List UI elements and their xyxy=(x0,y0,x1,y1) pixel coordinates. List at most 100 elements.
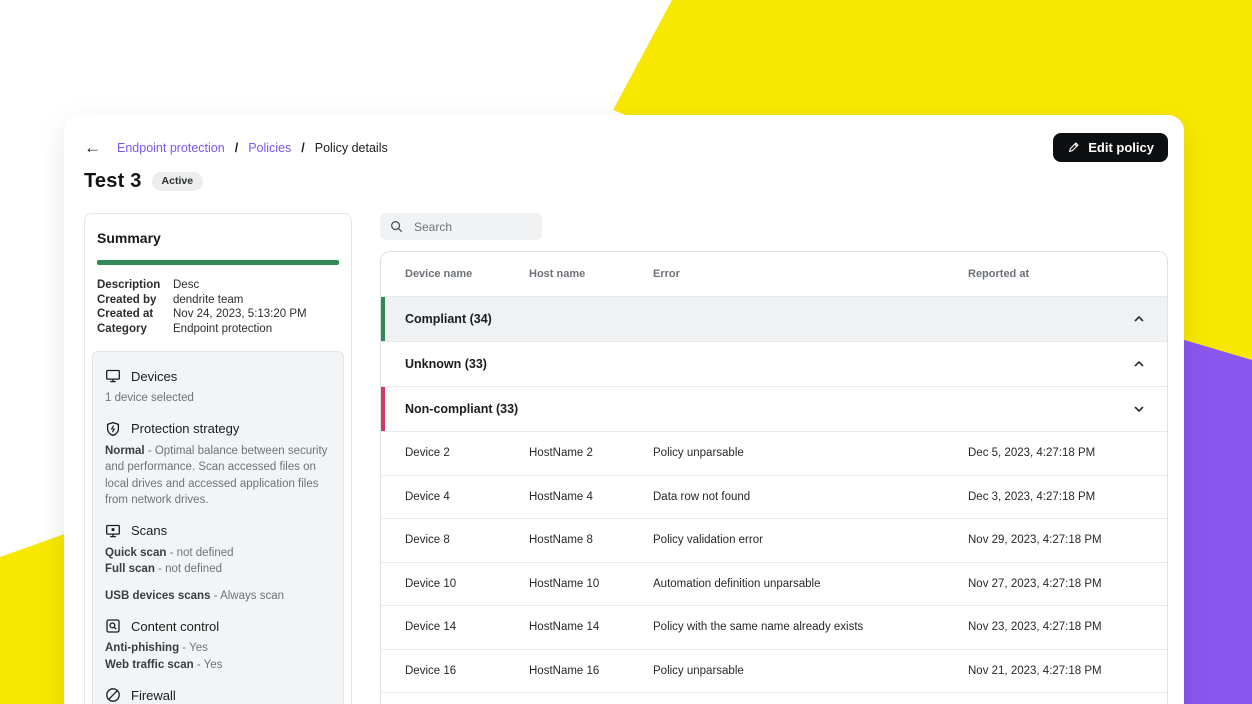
cell-device-name: Device 10 xyxy=(405,578,529,590)
summary-section-devices: Devices 1 device selected xyxy=(105,368,331,407)
section-line: 1 device selected xyxy=(105,390,331,407)
field-label: Created by xyxy=(97,293,173,308)
group-label: Non-compliant (33) xyxy=(405,402,518,416)
group-accent-bar xyxy=(381,297,385,341)
cell-reported-at: Nov 23, 2023, 4:27:18 PM xyxy=(968,621,1143,633)
column-header-device-name: Device name xyxy=(405,268,529,280)
section-line: Full scan - not defined xyxy=(105,561,331,578)
cell-reported-at: Nov 29, 2023, 4:27:18 PM xyxy=(968,534,1143,546)
setting-value: - Yes xyxy=(179,642,208,654)
cell-reported-at: Dec 3, 2023, 4:27:18 PM xyxy=(968,491,1143,503)
cell-error: Policy unparsable xyxy=(653,665,968,677)
breadcrumb-link-endpoint-protection[interactable]: Endpoint protection xyxy=(117,141,225,155)
cell-host-name: HostName 14 xyxy=(529,621,653,633)
table-body: Compliant (34) Unknown (33) Non-compliant … xyxy=(381,296,1167,704)
group-label: Compliant (34) xyxy=(405,312,492,326)
summary-progress-bar xyxy=(97,260,339,265)
field-value: Nov 24, 2023, 5:13:20 PM xyxy=(173,307,307,322)
breadcrumb-link-policies[interactable]: Policies xyxy=(248,141,291,155)
search-field[interactable] xyxy=(380,213,542,240)
field-label: Description xyxy=(97,278,173,293)
field-value: Desc xyxy=(173,278,199,293)
section-header: Protection strategy xyxy=(105,421,331,437)
cell-reported-at: Nov 21, 2023, 4:27:18 PM xyxy=(968,665,1143,677)
breadcrumb-separator: / xyxy=(235,141,238,155)
cell-error: Automation definition unparsable xyxy=(653,578,968,590)
setting-name: Quick scan xyxy=(105,547,166,559)
devices-table: Device name Host name Error Reported at … xyxy=(380,251,1168,704)
column-header-error: Error xyxy=(653,268,968,280)
chevron-down-icon[interactable] xyxy=(1133,403,1145,415)
devices-content: Device name Host name Error Reported at … xyxy=(380,213,1168,704)
group-row-unknown[interactable]: Unknown (33) xyxy=(381,341,1167,386)
section-header: Firewall xyxy=(105,687,331,703)
cell-device-name: Device 2 xyxy=(405,447,529,459)
card-body: Summary Description Desc Created by dend… xyxy=(64,193,1184,704)
field-label: Category xyxy=(97,322,173,337)
group-row-non-compliant[interactable]: Non-compliant (33) xyxy=(381,386,1167,431)
breadcrumb-current-policy-details: Policy details xyxy=(315,141,388,155)
summary-heading: Summary xyxy=(92,226,344,246)
setting-value: - not defined xyxy=(166,547,233,559)
summary-sections-box: Devices 1 device selected Protection strat… xyxy=(92,351,344,704)
section-title: Scans xyxy=(131,523,167,538)
device-table-row[interactable]: Device 4HostName 4Data row not foundDec … xyxy=(381,475,1167,519)
section-line: Anti-phishing - Yes xyxy=(105,640,331,657)
field-value: dendrite team xyxy=(173,293,243,308)
summary-field-category: Category Endpoint protection xyxy=(97,322,339,337)
search-input[interactable] xyxy=(412,219,526,235)
status-badge: Active xyxy=(152,172,204,191)
section-header: Devices xyxy=(105,368,331,384)
setting-value: - not defined xyxy=(155,563,222,575)
device-table-row[interactable]: Device 2HostName 2Policy unparsableDec 5… xyxy=(381,431,1167,475)
section-title: Firewall xyxy=(131,688,176,703)
chevron-up-icon[interactable] xyxy=(1133,313,1145,325)
summary-panel: Summary Description Desc Created by dend… xyxy=(84,213,352,704)
summary-section-content-control: Content controlAnti-phishing - YesWeb tr… xyxy=(105,618,331,673)
pencil-icon xyxy=(1067,141,1080,154)
cell-reported-at: Nov 27, 2023, 4:27:18 PM xyxy=(968,578,1143,590)
summary-field-description: Description Desc xyxy=(97,278,339,293)
device-table-row[interactable]: Device 14HostName 14Policy with the same… xyxy=(381,605,1167,649)
setting-value: - Yes xyxy=(194,659,223,671)
title-row: Test 3 Active xyxy=(64,162,1184,193)
setting-name: USB devices scans xyxy=(105,590,210,602)
shield-bolt-icon xyxy=(105,421,121,437)
cell-host-name: HostName 16 xyxy=(529,665,653,677)
table-header-row: Device name Host name Error Reported at xyxy=(381,252,1167,296)
summary-fields: Description Desc Created by dendrite tea… xyxy=(97,278,339,336)
field-value: Endpoint protection xyxy=(173,322,272,337)
cell-reported-at: Dec 5, 2023, 4:27:18 PM xyxy=(968,447,1143,459)
field-label: Created at xyxy=(97,307,173,322)
setting-value: - Always scan xyxy=(210,590,284,602)
cell-host-name: HostName 4 xyxy=(529,491,653,503)
column-header-host-name: Host name xyxy=(529,268,653,280)
summary-field-created-by: Created by dendrite team xyxy=(97,293,339,308)
card-header: ← Endpoint protection / Policies / Polic… xyxy=(64,115,1184,162)
setting-name: Full scan xyxy=(105,563,155,575)
monitor-icon xyxy=(105,368,121,384)
scan-monitor-icon xyxy=(105,523,121,539)
device-table-row[interactable]: Device 8HostName 8Policy validation erro… xyxy=(381,518,1167,562)
device-table-row[interactable]: Device 10HostName 10Automation definitio… xyxy=(381,562,1167,606)
setting-name: Web traffic scan xyxy=(105,659,194,671)
cell-error: Data row not found xyxy=(653,491,968,503)
section-line: Web traffic scan - Yes xyxy=(105,657,331,674)
cell-device-name: Device 16 xyxy=(405,665,529,677)
cell-host-name: HostName 8 xyxy=(529,534,653,546)
cell-device-name: Device 14 xyxy=(405,621,529,633)
section-line: USB devices scans - Always scan xyxy=(105,588,331,605)
section-title: Protection strategy xyxy=(131,421,239,436)
group-row-compliant[interactable]: Compliant (34) xyxy=(381,296,1167,341)
section-title: Devices xyxy=(131,369,177,384)
device-table-row[interactable]: Device 16HostName 16Policy unparsableNov… xyxy=(381,649,1167,693)
cell-device-name: Device 4 xyxy=(405,491,529,503)
back-arrow-icon[interactable]: ← xyxy=(84,139,101,156)
firewall-icon xyxy=(105,687,121,703)
chevron-up-icon[interactable] xyxy=(1133,358,1145,370)
edit-policy-button[interactable]: Edit policy xyxy=(1053,133,1168,162)
breadcrumb-separator: / xyxy=(301,141,304,155)
summary-section-scans: ScansQuick scan - not definedFull scan -… xyxy=(105,523,331,605)
device-table-row[interactable]: Device 20HostName 20Unknown errorNov 17,… xyxy=(381,692,1167,704)
summary-field-created-at: Created at Nov 24, 2023, 5:13:20 PM xyxy=(97,307,339,322)
